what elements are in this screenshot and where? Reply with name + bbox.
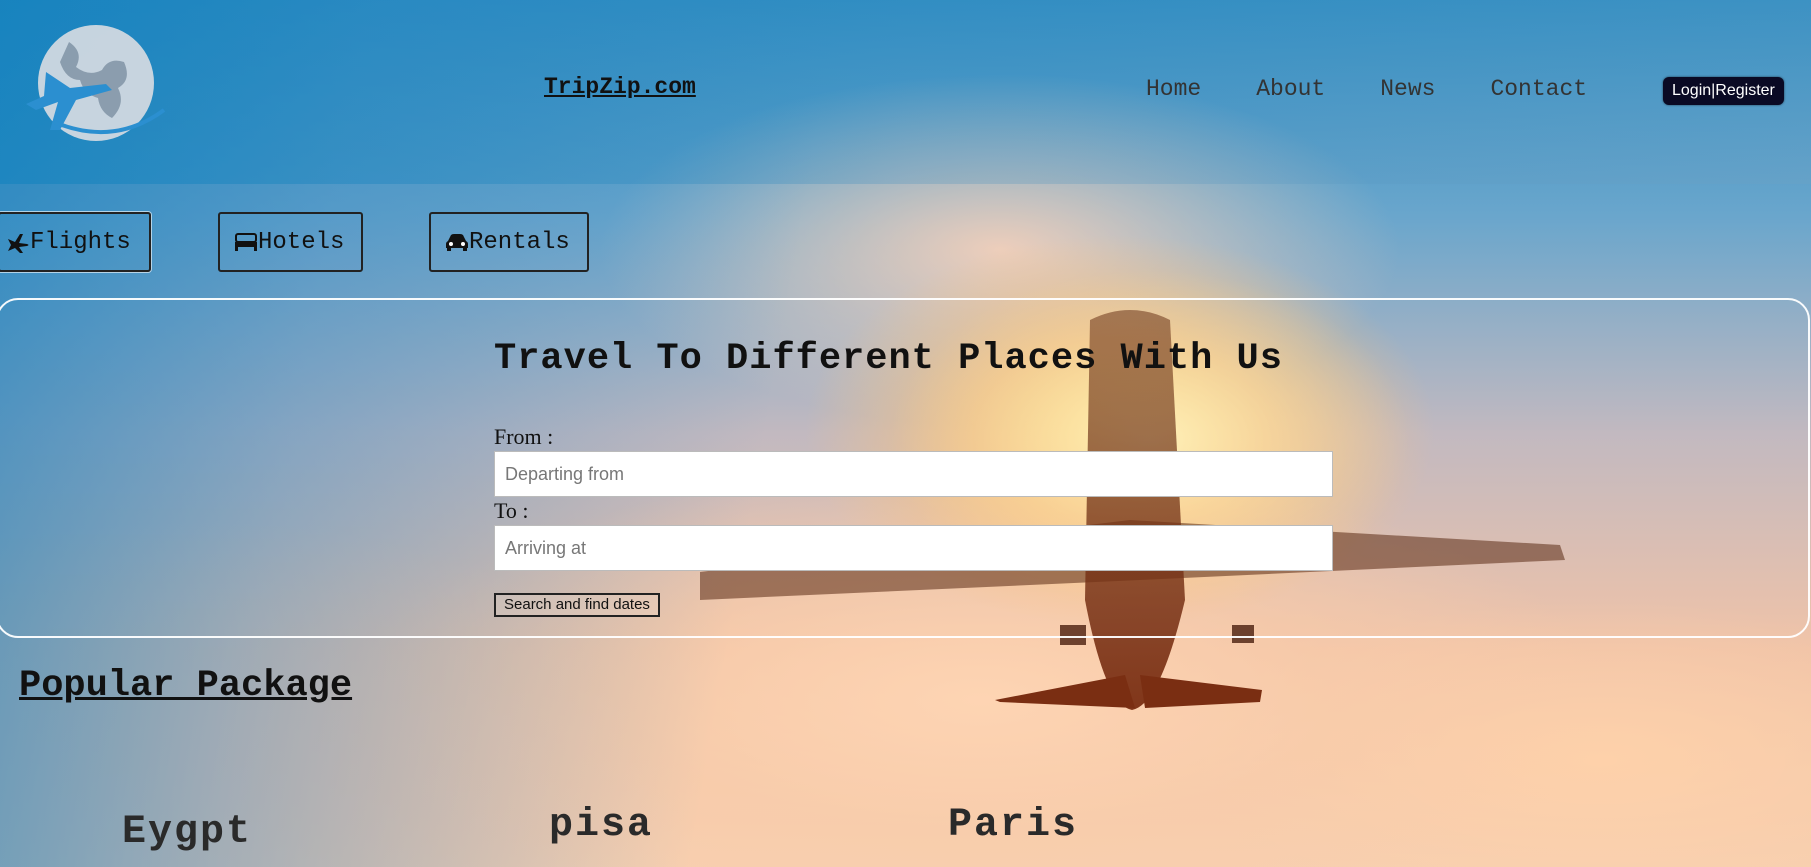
from-input[interactable]: [494, 451, 1333, 497]
tab-rentals-label: Rentals: [469, 228, 570, 256]
to-label: To :: [494, 498, 529, 523]
page: TripZip.com Home About News Contact Logi…: [0, 0, 1811, 867]
search-button[interactable]: Search and find dates: [494, 593, 660, 617]
destination-egypt[interactable]: Eygpt: [122, 810, 252, 855]
globe-airplane-logo-icon[interactable]: [14, 22, 166, 148]
nav-contact-link[interactable]: Contact: [1490, 76, 1587, 102]
nav-about-link[interactable]: About: [1256, 76, 1325, 102]
car-icon: [445, 230, 469, 254]
nav-news-link[interactable]: News: [1380, 76, 1435, 102]
login-register-button[interactable]: Login|Register: [1663, 77, 1784, 105]
nav-home-link[interactable]: Home: [1146, 76, 1201, 102]
bed-icon: [234, 230, 258, 254]
popular-package-heading: Popular Package: [19, 665, 353, 707]
tab-flights-label: Flights: [30, 228, 131, 256]
destination-pisa[interactable]: pisa: [549, 803, 653, 848]
tab-flights[interactable]: Flights: [0, 212, 151, 272]
tab-hotels[interactable]: Hotels: [218, 212, 363, 272]
from-label: From :: [494, 424, 554, 449]
tab-hotels-label: Hotels: [258, 228, 345, 256]
search-heading: Travel To Different Places With Us: [494, 338, 1283, 380]
destination-paris[interactable]: Paris: [948, 803, 1078, 848]
tab-rentals[interactable]: Rentals: [429, 212, 589, 272]
airplane-icon: [6, 230, 30, 254]
to-input[interactable]: [494, 525, 1333, 571]
site-title-link[interactable]: TripZip.com: [544, 74, 696, 100]
main-nav: Home About News Contact: [1146, 76, 1642, 102]
